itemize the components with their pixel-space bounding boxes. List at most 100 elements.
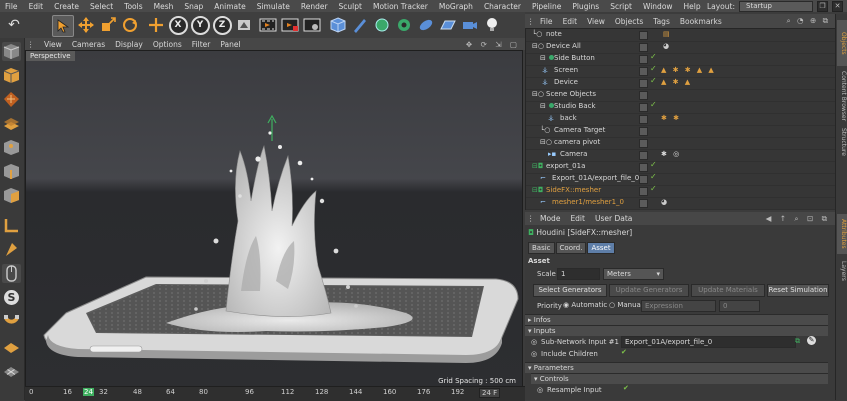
enabled-check-icon[interactable]: ✓ <box>650 184 657 193</box>
floor-icon[interactable] <box>438 15 458 35</box>
array-icon[interactable] <box>394 15 414 35</box>
menu-mesh[interactable]: Mesh <box>149 2 180 11</box>
section-infos[interactable]: ▸ Infos <box>525 314 828 325</box>
live-select-icon[interactable] <box>52 15 74 37</box>
viewport-handle-icon[interactable]: ⋮ <box>25 40 39 49</box>
om-menu-bookmarks[interactable]: Bookmarks <box>675 17 727 26</box>
om-menu-edit[interactable]: Edit <box>558 17 583 26</box>
menu-mograph[interactable]: MoGraph <box>434 2 479 11</box>
tab-coord[interactable]: Coord. <box>555 242 587 254</box>
viewport-menu-options[interactable]: Options <box>148 40 187 49</box>
section-controls[interactable]: ▾ Controls <box>531 373 828 384</box>
list-item[interactable]: ⌐ mesher1/mesher1_0 ◕ <box>526 197 836 210</box>
visibility-flag[interactable] <box>639 91 648 100</box>
restore-icon[interactable]: ❐ <box>817 0 828 12</box>
viewport-menu-panel[interactable]: Panel <box>215 40 245 49</box>
scale-icon[interactable] <box>98 15 118 35</box>
workplane-icon[interactable] <box>2 114 21 133</box>
viewport-menu-cameras[interactable]: Cameras <box>67 40 110 49</box>
viewport-menu-filter[interactable]: Filter <box>187 40 216 49</box>
menu-plugins[interactable]: Plugins <box>567 2 605 11</box>
panel-handle-icon[interactable]: ⋮ <box>525 17 535 26</box>
update-generators-button[interactable]: Update Generators <box>609 284 689 297</box>
polygons-mode-icon[interactable] <box>2 186 21 205</box>
tweak-mode-icon[interactable] <box>2 240 21 259</box>
menu-window[interactable]: Window <box>638 2 679 11</box>
close-icon[interactable]: ✕ <box>832 0 843 12</box>
visibility-flag[interactable] <box>639 103 648 112</box>
viewport-nav-icons[interactable]: ✥ ⟳ ⇲ ▢ <box>461 40 525 49</box>
animation-dot-icon[interactable]: ◎ <box>531 338 537 346</box>
list-item[interactable]: ⊟ Side Button ✓ <box>526 52 836 66</box>
undo-icon[interactable]: ↶ <box>4 15 24 35</box>
visibility-flag[interactable] <box>639 151 648 160</box>
tab-structure[interactable]: Structure <box>837 126 847 158</box>
panel-handle-icon[interactable]: ⋮ <box>525 214 535 223</box>
magnet-icon[interactable] <box>2 312 21 331</box>
render-to-picture-viewer-icon[interactable] <box>280 15 300 35</box>
menu-render[interactable]: Render <box>296 2 334 11</box>
am-nav-icons[interactable]: ◀ ↑ ⌕ ⊡ ⧉ <box>761 214 835 224</box>
enabled-check-icon[interactable]: ✓ <box>650 52 657 61</box>
list-item[interactable]: ⊟◘ SideFX::mesher ✓ <box>526 184 836 198</box>
sphere-tag-icon[interactable]: ◕ <box>661 198 669 206</box>
material-tags[interactable]: ✱ ✱ <box>661 114 681 122</box>
cube-primitive-icon[interactable] <box>328 15 348 35</box>
move-icon[interactable] <box>76 15 96 35</box>
enabled-check-icon[interactable]: ✓ <box>650 76 657 85</box>
menu-select[interactable]: Select <box>85 2 119 11</box>
visibility-flag[interactable] <box>639 79 648 88</box>
animation-dot-icon[interactable]: ◎ <box>537 386 543 394</box>
timeline-playhead[interactable]: 24 <box>83 388 94 396</box>
scale-unit-dropdown[interactable]: Meters ▾ <box>603 268 664 280</box>
section-inputs[interactable]: ▾ Inputs <box>525 325 828 336</box>
camera-icon[interactable] <box>460 15 480 35</box>
priority-value-input[interactable]: 0 <box>719 300 760 312</box>
tab-objects[interactable]: Objects <box>837 20 847 66</box>
enabled-check-icon[interactable]: ✓ <box>650 64 657 73</box>
om-search-icons[interactable]: ⌕ ◔ ⊕ ⧉ <box>781 16 835 26</box>
link-object-icon[interactable]: ⧉ <box>795 337 800 346</box>
list-item[interactable]: ⚶ Device ✓ ▲ ✱ ▲ <box>526 76 836 90</box>
pick-object-icon[interactable]: ✎ <box>807 336 816 345</box>
camera-tags[interactable]: ✱ ◎ <box>661 150 681 158</box>
light-icon[interactable] <box>482 15 502 35</box>
subdivision-surface-icon[interactable] <box>372 15 392 35</box>
enabled-check-icon[interactable]: ✓ <box>650 172 657 181</box>
list-item[interactable]: ⚶ back ✱ ✱ <box>526 113 836 126</box>
world-coordinate-icon[interactable] <box>234 15 254 35</box>
priority-manual-radio[interactable]: ○ Manual <box>609 301 643 309</box>
visibility-flag[interactable] <box>639 163 648 172</box>
tab-asset[interactable]: Asset <box>587 242 615 254</box>
list-item[interactable]: ▸▪ Camera ✱ ◎ <box>526 149 836 162</box>
scale-input[interactable]: 1 <box>557 268 600 280</box>
note-tag-icon[interactable]: ▤ <box>663 30 672 38</box>
am-menu-mode[interactable]: Mode <box>535 214 565 223</box>
viewport-menu-display[interactable]: Display <box>110 40 148 49</box>
menu-file[interactable]: File <box>0 2 24 11</box>
render-settings-icon[interactable] <box>302 15 322 35</box>
menu-character[interactable]: Character <box>479 2 527 11</box>
menu-edit[interactable]: Edit <box>24 2 50 11</box>
make-editable-icon[interactable] <box>2 42 21 61</box>
menu-sculpt[interactable]: Sculpt <box>334 2 368 11</box>
menu-script[interactable]: Script <box>605 2 638 11</box>
subnet-input-field[interactable]: Export_01A/export_file_0 <box>621 336 796 348</box>
pen-spline-icon[interactable] <box>350 15 370 35</box>
enable-axis-icon[interactable] <box>2 216 21 235</box>
grid-icon[interactable] <box>2 360 21 379</box>
list-item[interactable]: ⊟○ Device All ◕ <box>526 41 836 54</box>
animation-dot-icon[interactable]: ◎ <box>531 350 537 358</box>
layout-dropdown[interactable]: Startup <box>739 0 813 12</box>
visibility-flag[interactable] <box>639 139 648 148</box>
visibility-flag[interactable] <box>639 67 648 76</box>
update-materials-button[interactable]: Update Materials <box>691 284 765 297</box>
viewport-solo-icon[interactable] <box>2 264 21 283</box>
visibility-flag[interactable] <box>639 127 648 136</box>
list-item[interactable]: └○ note ▤ <box>526 29 836 42</box>
include-children-checkbox[interactable]: ✔ <box>621 348 627 356</box>
menu-simulate[interactable]: Simulate <box>252 2 296 11</box>
list-item[interactable]: ⊟ Studio Back ✓ <box>526 100 836 114</box>
am-menu-user-data[interactable]: User Data <box>590 214 637 223</box>
visibility-flag[interactable] <box>639 115 648 124</box>
